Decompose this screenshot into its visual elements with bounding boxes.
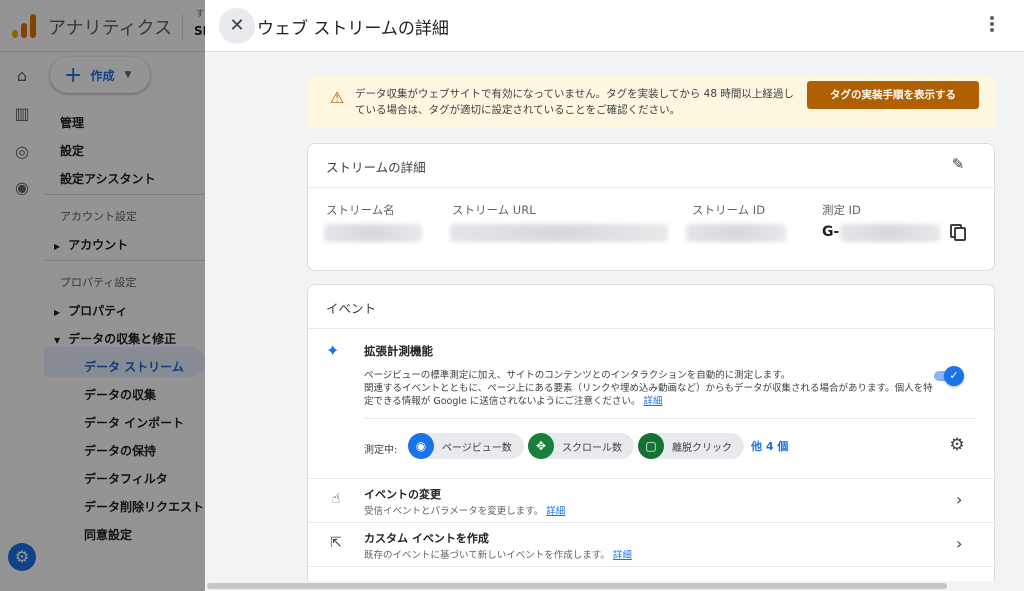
more-events-link[interactable]: 他 4 個 (751, 438, 788, 454)
chip-outbound-clicks: ▢ 離脱クリック (638, 433, 744, 459)
eye-icon: ◉ (408, 433, 434, 459)
measurement-id-prefix: G- (822, 224, 840, 240)
close-button[interactable]: ✕ (219, 8, 255, 44)
warning-icon: ⚠ (329, 88, 345, 107)
stream-id-value-redacted (686, 224, 786, 242)
stream-name-label: ストリーム名 (326, 203, 395, 217)
card-header: ストリームの詳細 ✎ (308, 144, 994, 188)
panel-header: ✕ ウェブ ストリームの詳細 (205, 0, 1024, 52)
row-title: カスタム イベントを作成 (364, 532, 489, 545)
more-options-icon[interactable] (987, 14, 997, 36)
enhanced-measurement-title: 拡張計測機能 (364, 344, 433, 358)
details-link[interactable]: 詳細 (546, 506, 565, 517)
gear-icon[interactable]: ⚙ (946, 435, 968, 457)
chevron-right-icon: › (956, 534, 963, 553)
measurement-id-label: 測定 ID (822, 203, 861, 217)
enhanced-measurement-description: ページビューの標準測定に加え、サイトのコンテンツとのインタラクションを自動的に測… (364, 369, 934, 408)
touch-icon: ☝ (331, 491, 341, 507)
chip-label: 離脱クリック (672, 442, 732, 454)
chevron-right-icon: › (956, 490, 963, 509)
row-subtitle: 受信イベントとパラメータを変更します。 詳細 (364, 506, 566, 517)
modify-events-row[interactable]: ☝ イベントの変更 受信イベントとパラメータを変更します。 詳細 › (308, 479, 994, 523)
stream-id-label: ストリーム ID (692, 203, 766, 217)
events-title: イベント (326, 301, 377, 316)
enhanced-details-link[interactable]: 詳細 (644, 396, 663, 407)
data-collection-alert: ⚠ データ収集がウェブサイトで有効になっていません。タグを実装してから 48 時… (307, 76, 995, 128)
check-icon: ✓ (944, 366, 964, 386)
panel-title: ウェブ ストリームの詳細 (257, 19, 449, 39)
stream-url-value-redacted (450, 224, 668, 242)
alert-text: データ収集がウェブサイトで有効になっていません。タグを実装してから 48 時間以… (355, 88, 794, 116)
view-tag-instructions-button[interactable]: タグの実装手順を表示する (807, 81, 979, 109)
scroll-icon: ✥ (528, 433, 554, 459)
row-subtitle: 既存のイベントに基づいて新しいイベントを作成します。 詳細 (364, 550, 632, 561)
events-card: イベント ✦ 拡張計測機能 ページビューの標準測定に加え、サイトのコンテンツとの… (307, 284, 995, 591)
chip-scrolls: ✥ スクロール数 (528, 433, 634, 459)
create-custom-event-row[interactable]: ⇱ カスタム イベントを作成 既存のイベントに基づいて新しいイベントを作成します… (308, 523, 994, 567)
stream-url-label: ストリーム URL (452, 203, 536, 217)
details-link[interactable]: 詳細 (613, 550, 632, 561)
close-icon: ✕ (229, 15, 245, 36)
divider (308, 566, 994, 567)
horizontal-scrollbar[interactable] (205, 581, 1024, 591)
edit-pencil-icon[interactable]: ✎ (948, 155, 968, 175)
enhanced-description-line1: ページビューの標準測定に加え、サイトのコンテンツとのインタラクションを自動的に測… (364, 370, 791, 381)
row-title: イベントの変更 (364, 488, 441, 501)
measurement-id-value-redacted (840, 224, 940, 242)
measuring-label: 測定中: (364, 445, 398, 456)
chip-label: ページビュー数 (442, 442, 512, 454)
card-header: イベント (308, 285, 994, 329)
stream-details-card: ストリームの詳細 ✎ ストリーム名 ストリーム URL ストリーム ID 測定 … (307, 143, 995, 271)
sparkle-icon: ✦ (326, 341, 340, 360)
enhanced-measurement-toggle[interactable]: ✓ (932, 366, 964, 386)
divider (364, 418, 976, 419)
mouse-icon: ▢ (638, 433, 664, 459)
stream-details-title: ストリームの詳細 (326, 160, 426, 175)
web-stream-details-panel: ✕ ウェブ ストリームの詳細 ⚠ データ収集がウェブサイトで有効になっていません… (205, 0, 1024, 591)
chip-label: スクロール数 (562, 442, 622, 454)
copy-icon[interactable] (948, 222, 968, 242)
chip-page-views: ◉ ページビュー数 (408, 433, 524, 459)
click-sparkle-icon: ⇱ (330, 535, 342, 551)
stream-name-value-redacted (324, 224, 422, 242)
